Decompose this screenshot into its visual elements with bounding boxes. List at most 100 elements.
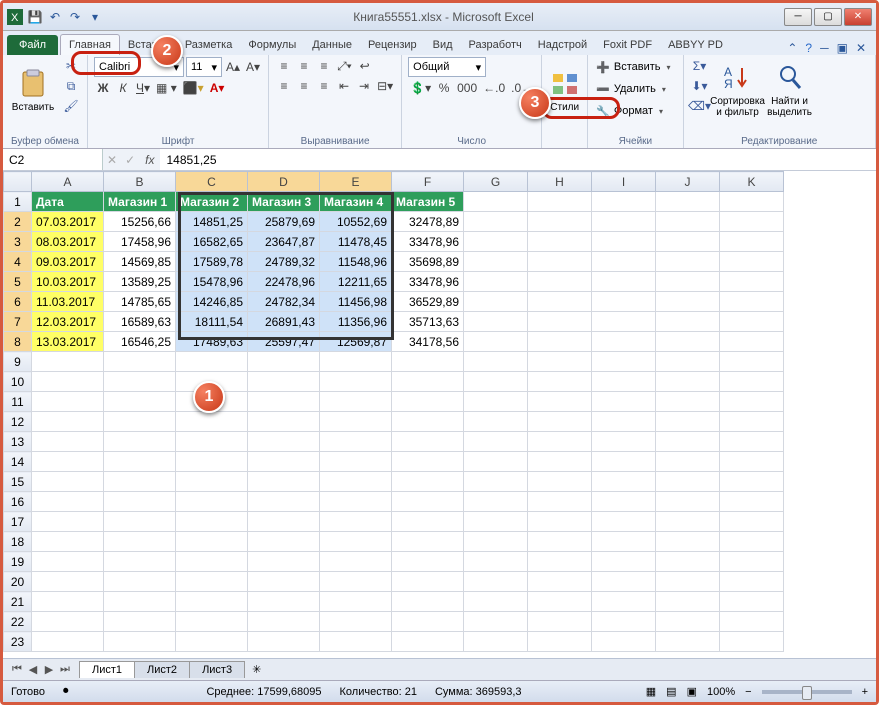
empty-cell[interactable]	[104, 552, 176, 572]
empty-cell[interactable]	[592, 612, 656, 632]
table-cell[interactable]: 12569,87	[320, 332, 392, 352]
empty-cell[interactable]	[528, 612, 592, 632]
empty-cell[interactable]	[248, 392, 320, 412]
zoom-level[interactable]: 100%	[707, 686, 735, 698]
row-header-22[interactable]: 22	[4, 612, 32, 632]
empty-cell[interactable]	[656, 532, 720, 552]
empty-cell[interactable]	[528, 312, 592, 332]
empty-cell[interactable]	[392, 612, 464, 632]
empty-cell[interactable]	[592, 372, 656, 392]
empty-cell[interactable]	[32, 612, 104, 632]
empty-cell[interactable]	[528, 532, 592, 552]
empty-cell[interactable]	[32, 632, 104, 652]
empty-cell[interactable]	[104, 412, 176, 432]
sheet-tab-2[interactable]: Лист2	[134, 661, 190, 678]
row-header-18[interactable]: 18	[4, 532, 32, 552]
table-cell[interactable]: 11.03.2017	[32, 292, 104, 312]
empty-cell[interactable]	[464, 632, 528, 652]
paste-button[interactable]: Вставить	[9, 57, 57, 123]
align-middle-icon[interactable]: ≡	[295, 57, 313, 75]
empty-cell[interactable]	[656, 292, 720, 312]
empty-cell[interactable]	[248, 532, 320, 552]
col-header-F[interactable]: F	[392, 172, 464, 192]
row-header-7[interactable]: 7	[4, 312, 32, 332]
empty-cell[interactable]	[320, 472, 392, 492]
empty-cell[interactable]	[392, 552, 464, 572]
empty-cell[interactable]	[464, 552, 528, 572]
empty-cell[interactable]	[528, 252, 592, 272]
empty-cell[interactable]	[528, 552, 592, 572]
empty-cell[interactable]	[528, 512, 592, 532]
empty-cell[interactable]	[592, 392, 656, 412]
table-cell[interactable]: 18111,54	[176, 312, 248, 332]
empty-cell[interactable]	[464, 592, 528, 612]
empty-cell[interactable]	[320, 372, 392, 392]
row-header-15[interactable]: 15	[4, 472, 32, 492]
align-right-icon[interactable]: ≡	[315, 77, 333, 95]
wrap-text-icon[interactable]: ↩	[356, 57, 374, 75]
empty-cell[interactable]	[104, 612, 176, 632]
row-header-23[interactable]: 23	[4, 632, 32, 652]
empty-cell[interactable]	[592, 412, 656, 432]
empty-cell[interactable]	[464, 252, 528, 272]
empty-cell[interactable]	[720, 192, 784, 212]
empty-cell[interactable]	[528, 352, 592, 372]
empty-cell[interactable]	[592, 272, 656, 292]
empty-cell[interactable]	[656, 512, 720, 532]
cancel-formula-icon[interactable]: ✕	[103, 153, 121, 167]
empty-cell[interactable]	[656, 432, 720, 452]
empty-cell[interactable]	[32, 512, 104, 532]
table-cell[interactable]: 16589,63	[104, 312, 176, 332]
empty-cell[interactable]	[104, 472, 176, 492]
help-icon[interactable]: ?	[805, 41, 812, 55]
empty-cell[interactable]	[104, 372, 176, 392]
empty-cell[interactable]	[592, 212, 656, 232]
empty-cell[interactable]	[248, 632, 320, 652]
empty-cell[interactable]	[656, 312, 720, 332]
border-icon[interactable]: ▦ ▾	[154, 79, 179, 97]
empty-cell[interactable]	[656, 232, 720, 252]
clear-icon[interactable]: ⌫▾	[690, 97, 710, 115]
empty-cell[interactable]	[176, 492, 248, 512]
view-layout-icon[interactable]: ▤	[666, 685, 676, 698]
empty-cell[interactable]	[528, 412, 592, 432]
empty-cell[interactable]	[176, 632, 248, 652]
row-header-1[interactable]: 1	[4, 192, 32, 212]
row-header-3[interactable]: 3	[4, 232, 32, 252]
empty-cell[interactable]	[320, 412, 392, 432]
empty-cell[interactable]	[592, 572, 656, 592]
table-cell[interactable]: 25879,69	[248, 212, 320, 232]
row-header-17[interactable]: 17	[4, 512, 32, 532]
empty-cell[interactable]	[392, 392, 464, 412]
col-header-K[interactable]: K	[720, 172, 784, 192]
empty-cell[interactable]	[656, 212, 720, 232]
empty-cell[interactable]	[176, 612, 248, 632]
empty-cell[interactable]	[104, 592, 176, 612]
empty-cell[interactable]	[528, 232, 592, 252]
zoom-out-icon[interactable]: −	[745, 686, 751, 698]
empty-cell[interactable]	[464, 192, 528, 212]
table-cell[interactable]: 17589,78	[176, 252, 248, 272]
empty-cell[interactable]	[528, 492, 592, 512]
empty-cell[interactable]	[32, 452, 104, 472]
empty-cell[interactable]	[720, 612, 784, 632]
table-header[interactable]: Магазин 3	[248, 192, 320, 212]
table-cell[interactable]: 08.03.2017	[32, 232, 104, 252]
empty-cell[interactable]	[320, 392, 392, 412]
confirm-formula-icon[interactable]: ✓	[121, 153, 139, 167]
italic-icon[interactable]: К	[114, 79, 132, 97]
table-cell[interactable]: 12.03.2017	[32, 312, 104, 332]
empty-cell[interactable]	[592, 492, 656, 512]
find-select-button[interactable]: Найти и выделить	[766, 57, 814, 123]
empty-cell[interactable]	[528, 372, 592, 392]
table-cell[interactable]: 10.03.2017	[32, 272, 104, 292]
empty-cell[interactable]	[720, 272, 784, 292]
empty-cell[interactable]	[720, 512, 784, 532]
empty-cell[interactable]	[592, 632, 656, 652]
table-cell[interactable]: 24789,32	[248, 252, 320, 272]
empty-cell[interactable]	[720, 572, 784, 592]
empty-cell[interactable]	[656, 492, 720, 512]
align-center-icon[interactable]: ≡	[295, 77, 313, 95]
tab-review[interactable]: Рецензир	[360, 35, 425, 55]
empty-cell[interactable]	[720, 632, 784, 652]
